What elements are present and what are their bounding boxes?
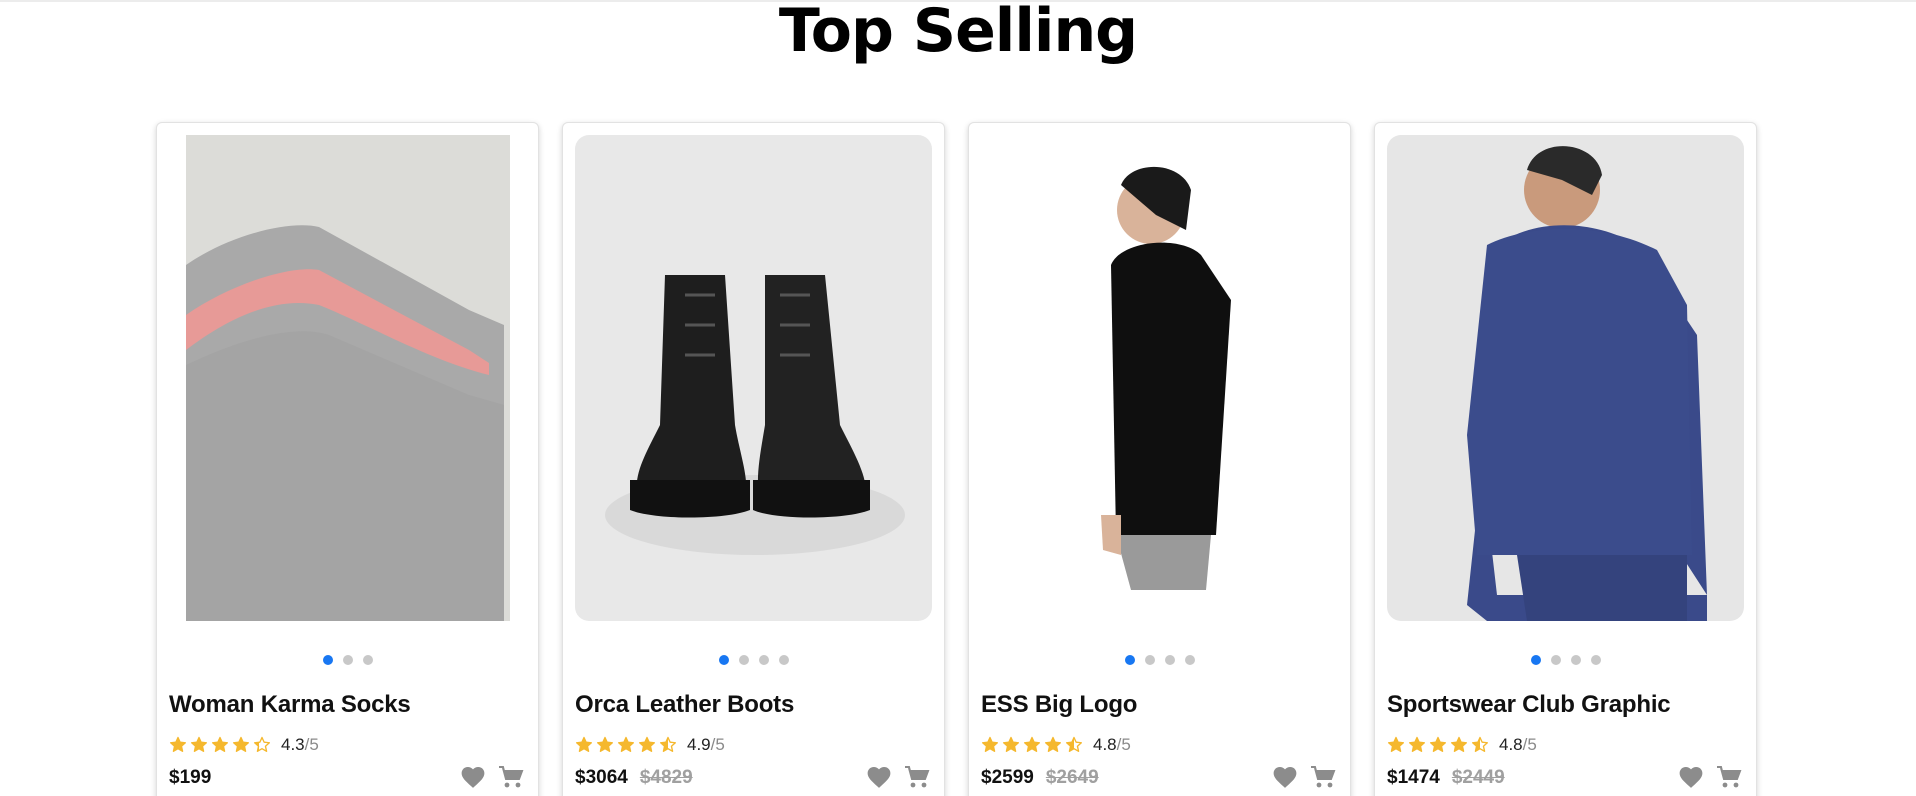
star-full-icon <box>981 736 999 752</box>
card-actions <box>460 765 524 789</box>
star-full-icon <box>638 736 656 752</box>
product-card[interactable]: Sportswear Club Graphic 4.8/5 $1474 $244… <box>1374 122 1757 796</box>
image-carousel-dots <box>969 655 1350 665</box>
product-card[interactable]: Orca Leather Boots 4.9/5 $3064 $4829 <box>562 122 945 796</box>
star-full-icon <box>1450 736 1468 752</box>
star-half-icon <box>659 736 677 752</box>
star-full-icon <box>1387 736 1405 752</box>
section-title: Top Selling <box>778 0 1138 66</box>
carousel-dot[interactable] <box>778 655 789 665</box>
carousel-dot[interactable] <box>1590 655 1601 665</box>
cart-icon[interactable] <box>1716 765 1742 789</box>
product-image[interactable] <box>575 135 932 621</box>
star-half-icon <box>1471 736 1489 752</box>
image-carousel-dots <box>157 655 538 665</box>
heart-icon[interactable] <box>1678 765 1704 789</box>
heart-icon[interactable] <box>1272 765 1298 789</box>
heart-icon[interactable] <box>866 765 892 789</box>
price: $1474 <box>1387 767 1440 788</box>
carousel-dot[interactable] <box>1124 655 1135 665</box>
star-full-icon <box>575 736 593 752</box>
product-grid: Woman Karma Socks 4.3/5 $199 Orca Leathe… <box>156 122 1758 796</box>
star-full-icon <box>1002 736 1020 752</box>
carousel-dot[interactable] <box>758 655 769 665</box>
rating: 4.3/5 <box>169 734 319 756</box>
carousel-dot[interactable] <box>1530 655 1541 665</box>
cart-icon[interactable] <box>1310 765 1336 789</box>
carousel-dot[interactable] <box>1164 655 1175 665</box>
star-full-icon <box>232 736 250 752</box>
rating: 4.8/5 <box>1387 734 1537 756</box>
rating-value: 4.8 <box>1093 735 1117 754</box>
product-card[interactable]: Woman Karma Socks 4.3/5 $199 <box>156 122 539 796</box>
carousel-dot[interactable] <box>1184 655 1195 665</box>
rating: 4.9/5 <box>575 734 725 756</box>
product-image[interactable] <box>1387 135 1744 621</box>
star-full-icon <box>1023 736 1041 752</box>
product-image[interactable] <box>169 135 526 621</box>
star-rating <box>169 736 271 754</box>
star-rating <box>981 736 1083 754</box>
star-full-icon <box>211 736 229 752</box>
product-image[interactable] <box>981 135 1338 621</box>
carousel-dot[interactable] <box>718 655 729 665</box>
carousel-dot[interactable] <box>362 655 373 665</box>
star-rating <box>575 736 677 754</box>
cart-icon[interactable] <box>904 765 930 789</box>
card-actions <box>1678 765 1742 789</box>
product-name[interactable]: Woman Karma Socks <box>169 691 411 719</box>
card-actions <box>1272 765 1336 789</box>
star-full-icon <box>596 736 614 752</box>
rating-value: 4.9 <box>687 735 711 754</box>
old-price: $2649 <box>1045 767 1099 788</box>
rating-max: /5 <box>710 735 725 754</box>
product-name[interactable]: ESS Big Logo <box>981 691 1137 719</box>
star-full-icon <box>190 736 208 752</box>
card-actions <box>866 765 930 789</box>
rating-value: 4.8 <box>1499 735 1523 754</box>
star-rating <box>1387 736 1489 754</box>
carousel-dot[interactable] <box>738 655 749 665</box>
price-row: $3064 $4829 <box>575 767 693 789</box>
image-carousel-dots <box>1375 655 1756 665</box>
star-half-icon <box>253 736 271 752</box>
carousel-dot[interactable] <box>322 655 333 665</box>
star-full-icon <box>169 736 187 752</box>
price-row: $1474 $2449 <box>1387 767 1505 789</box>
rating-max: /5 <box>304 735 319 754</box>
old-price: $2449 <box>1451 767 1505 788</box>
price-row: $199 <box>169 767 211 789</box>
product-name[interactable]: Orca Leather Boots <box>575 691 794 719</box>
rating-max: /5 <box>1116 735 1131 754</box>
price: $199 <box>169 767 212 788</box>
star-full-icon <box>617 736 635 752</box>
cart-icon[interactable] <box>498 765 524 789</box>
image-carousel-dots <box>563 655 944 665</box>
star-full-icon <box>1429 736 1447 752</box>
product-card[interactable]: ESS Big Logo 4.8/5 $2599 $2649 <box>968 122 1351 796</box>
rating-max: /5 <box>1522 735 1537 754</box>
price-row: $2599 $2649 <box>981 767 1099 789</box>
rating: 4.8/5 <box>981 734 1131 756</box>
star-half-icon <box>1065 736 1083 752</box>
carousel-dot[interactable] <box>1550 655 1561 665</box>
carousel-dot[interactable] <box>1144 655 1155 665</box>
carousel-dot[interactable] <box>1570 655 1581 665</box>
old-price: $4829 <box>639 767 693 788</box>
product-name[interactable]: Sportswear Club Graphic <box>1387 691 1671 719</box>
price: $3064 <box>575 767 628 788</box>
price: $2599 <box>981 767 1034 788</box>
rating-value: 4.3 <box>281 735 305 754</box>
heart-icon[interactable] <box>460 765 486 789</box>
star-full-icon <box>1408 736 1426 752</box>
carousel-dot[interactable] <box>342 655 353 665</box>
star-full-icon <box>1044 736 1062 752</box>
